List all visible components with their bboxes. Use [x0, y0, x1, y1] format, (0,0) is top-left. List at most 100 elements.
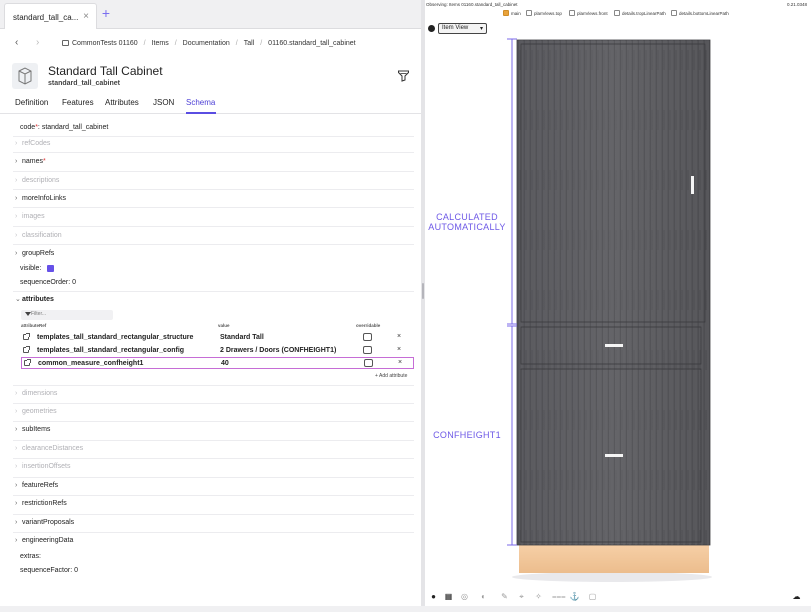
tab-attributes[interactable]: Attributes — [105, 98, 139, 107]
tab-schema[interactable]: Schema — [186, 98, 215, 107]
divider — [13, 440, 414, 441]
external-link-icon[interactable] — [23, 333, 30, 340]
drawer-handle — [605, 344, 623, 347]
pencil-icon[interactable]: ✎ — [499, 592, 510, 601]
attribute-value[interactable]: 2 Drawers / Doors (CONFHEIGHT1) — [220, 347, 336, 354]
remove-attribute-icon[interactable]: × — [397, 333, 401, 340]
visible-checkbox[interactable] — [47, 265, 54, 272]
schema-node-subitems[interactable]: › subItems — [15, 426, 50, 433]
filter-input[interactable]: Filter... — [21, 310, 113, 320]
schema-node-descriptions[interactable]: › descriptions — [15, 177, 59, 184]
viewer-pane: Observing: Items 01160.standard_tall_cab… — [425, 0, 811, 612]
tab-close-icon[interactable]: × — [83, 11, 89, 22]
divider — [13, 385, 414, 386]
forward-button[interactable]: › — [36, 37, 39, 48]
node-label: descriptions — [22, 177, 60, 184]
pointer-icon[interactable]: ● — [428, 592, 439, 601]
attribute-value[interactable]: 40 — [221, 360, 229, 367]
divider — [13, 477, 414, 478]
schema-node-attributes[interactable]: ⌄attributes — [15, 295, 54, 303]
schema-node-clearancedistances[interactable]: › clearanceDistances — [15, 445, 83, 452]
add-attribute-button[interactable]: + Add attribute — [375, 373, 407, 379]
column-header-attributeref: attributeRef — [21, 323, 47, 328]
plinth — [519, 545, 709, 573]
tab-features[interactable]: Features — [62, 98, 94, 107]
overridable-checkbox[interactable] — [364, 359, 373, 367]
globe-icon[interactable]: ◐ — [478, 592, 489, 601]
chevron-right-icon: › — [15, 445, 18, 452]
external-link-icon[interactable] — [23, 346, 30, 353]
visible-label: visible: — [20, 265, 42, 272]
breadcrumb-item[interactable]: CommonTests 01160 — [72, 40, 138, 47]
schema-node-names[interactable]: › names* — [15, 158, 46, 165]
external-link-icon[interactable] — [24, 359, 31, 366]
overridable-checkbox[interactable] — [363, 346, 372, 354]
schema-node-dimensions[interactable]: › dimensions — [15, 390, 57, 397]
schema-node-refcodes[interactable]: › refCodes — [15, 140, 50, 147]
divider — [13, 244, 414, 245]
sequence-order-value[interactable]: 0 — [72, 279, 76, 286]
node-label: moreInfoLinks — [22, 195, 66, 202]
viewer-toolbar: ● ▦ ◎ ◐ ✎ ⌖ ✧ ⩶ ⚓ ▢ ☁ — [428, 592, 808, 606]
layers-icon[interactable]: ▢ — [587, 592, 598, 601]
chevron-right-icon: › — [15, 232, 18, 239]
schema-node-insertionoffsets[interactable]: › insertionOffsets — [15, 463, 71, 470]
ruler-icon[interactable]: ⩶ — [552, 592, 566, 602]
schema-node-moreinfolinks[interactable]: › moreInfoLinks — [15, 195, 66, 202]
3d-viewport[interactable] — [425, 0, 811, 590]
document-tab[interactable]: standard_tall_ca... × — [4, 3, 97, 29]
grid-icon[interactable]: ▦ — [443, 592, 454, 601]
splitter-grip-icon[interactable] — [422, 283, 424, 299]
sequence-factor-value[interactable]: 0 — [74, 567, 78, 574]
schema-node-featurerefs[interactable]: › featureRefs — [15, 482, 58, 489]
schema-node-restrictionrefs[interactable]: › restrictionRefs — [15, 500, 67, 507]
divider — [13, 207, 414, 208]
tab-definition[interactable]: Definition — [15, 98, 48, 107]
editor-pane: standard_tall_ca... × + ‹ › CommonTests … — [0, 0, 421, 612]
cloud-icon[interactable]: ☁ — [791, 592, 802, 601]
code-field: code*: standard_tall_cabinet — [20, 124, 109, 131]
new-tab-button[interactable]: + — [99, 5, 113, 21]
breadcrumb-item[interactable]: Documentation — [183, 40, 230, 47]
schema-node-engineeringdata[interactable]: › engineeringData — [15, 537, 73, 544]
back-button[interactable]: ‹ — [15, 37, 18, 48]
attribute-row-selected: common_measure_confheight1 40 × — [21, 357, 414, 369]
code-value[interactable]: standard_tall_cabinet — [42, 124, 109, 131]
node-label: groupRefs — [22, 250, 55, 257]
attribute-ref: templates_tall_standard_rectangular_stru… — [37, 334, 194, 341]
overridable-checkbox[interactable] — [363, 333, 372, 341]
schema-node-grouprefs[interactable]: › groupRefs — [15, 250, 54, 257]
divider — [13, 291, 414, 292]
filter-icon[interactable] — [397, 69, 410, 82]
breadcrumb-item[interactable]: Tall — [244, 40, 255, 47]
annotation-line: AUTOMATICALLY — [428, 222, 506, 232]
dimension-line-upper — [507, 38, 517, 325]
node-label: clearanceDistances — [22, 445, 84, 452]
remove-attribute-icon[interactable]: × — [398, 359, 402, 366]
wood-grain — [517, 40, 710, 545]
node-label: insertionOffsets — [22, 463, 71, 470]
remove-attribute-icon[interactable]: × — [397, 346, 401, 353]
node-label: restrictionRefs — [22, 500, 67, 507]
divider — [13, 171, 414, 172]
attribute-value[interactable]: Standard Tall — [220, 334, 264, 341]
schema-node-variantproposals[interactable]: › variantProposals — [15, 519, 74, 526]
target-icon[interactable]: ✧ — [533, 592, 544, 601]
breadcrumb-item[interactable]: 01160.standard_tall_cabinet — [268, 40, 355, 47]
node-label: names — [22, 158, 44, 165]
tab-bar: standard_tall_ca... × + — [0, 0, 421, 29]
schema-node-classification[interactable]: › classification — [15, 232, 62, 239]
status-strip — [0, 606, 811, 612]
crosshair-icon[interactable]: ⌖ — [516, 592, 527, 602]
column-header-value: value — [218, 323, 230, 328]
circle-icon[interactable]: ◎ — [459, 592, 470, 601]
breadcrumb-item[interactable]: Items — [152, 40, 169, 47]
anchor-icon[interactable]: ⚓ — [569, 592, 580, 601]
divider — [13, 532, 414, 533]
tab-label: standard_tall_ca... — [13, 13, 79, 22]
tab-json[interactable]: JSON — [153, 98, 174, 107]
schema-node-images[interactable]: › images — [15, 213, 45, 220]
sequence-order-field: sequenceOrder: 0 — [20, 279, 76, 286]
schema-node-geometries[interactable]: › geometries — [15, 408, 57, 415]
filter-placeholder: Filter... — [31, 311, 47, 317]
